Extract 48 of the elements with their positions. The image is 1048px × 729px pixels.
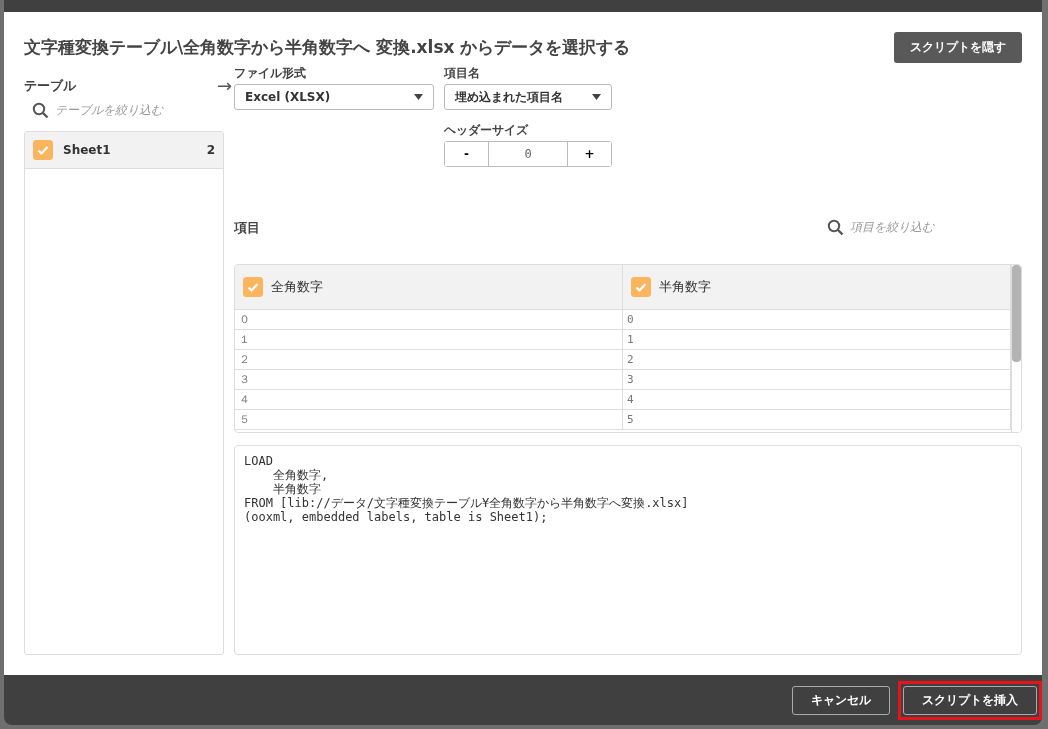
field-label: ヘッダーサイズ <box>444 122 530 139</box>
field-label: 項目名 <box>444 65 481 82</box>
field-count: 2 <box>206 143 215 157</box>
table-cell: ０ <box>235 310 623 330</box>
table-name: Sheet1 <box>63 143 112 157</box>
script-line: FROM [lib://データ/文字種変換テーブル¥全角数字から半角数字へ変換.xlsx] <box>244 496 690 510</box>
checkmark-icon <box>634 280 648 294</box>
column-name: 全角数字 <box>271 278 323 296</box>
table-cell: 2 <box>623 350 1011 370</box>
script-editor[interactable]: LOAD 全角数字, 半角数字 FROM [lib://データ/文字種変換テーブル¥全角数字から半角数字へ変換.xlsx] (ooxml, embedded labels, table is Sheet1); <box>234 445 1022 655</box>
table-cell: 1 <box>623 330 1011 350</box>
hide-script-button[interactable]: スクリプトを隠す <box>894 32 1022 63</box>
table-cell: ２ <box>235 350 623 370</box>
table-cell: 0 <box>623 310 1011 330</box>
table-cell: ４ <box>235 390 623 410</box>
field-names-dropdown[interactable]: 埋め込まれた項目名 <box>444 84 612 110</box>
table-item[interactable]: Sheet1 2 <box>25 132 223 169</box>
table-cell: 3 <box>623 370 1011 390</box>
search-icon <box>827 219 844 236</box>
column-header[interactable]: 半角数字 <box>623 265 1011 310</box>
fields-heading: 項目 <box>234 218 260 237</box>
table-cell: 5 <box>623 410 1011 430</box>
table-cell: １ <box>235 330 623 350</box>
checkmark-icon <box>246 280 260 294</box>
caret-icon <box>592 94 601 100</box>
field-label: ファイル形式 <box>234 65 307 82</box>
script-line: (ooxml, embedded labels, table is Sheet1); <box>244 510 549 524</box>
script-line: 半角数字 <box>271 482 322 496</box>
tables-heading: テーブル <box>24 76 76 95</box>
file-format-dropdown[interactable]: Excel (XLSX) <box>234 84 434 110</box>
footer-button[interactable]: キャンセル <box>792 685 890 715</box>
checkmark-icon <box>36 143 50 157</box>
table-cell: 4 <box>623 390 1011 410</box>
checkbox[interactable] <box>243 277 263 297</box>
table-cell: ５ <box>235 410 623 430</box>
footer-button[interactable]: スクリプトを挿入 <box>903 685 1037 715</box>
column-name: 半角数字 <box>659 278 711 296</box>
arrow-icon[interactable]: → <box>216 75 232 96</box>
table-cell: ３ <box>235 370 623 390</box>
caret-icon <box>414 94 423 100</box>
checkbox[interactable] <box>33 140 53 160</box>
checkbox[interactable] <box>631 277 651 297</box>
column-header[interactable]: 全角数字 <box>235 265 623 310</box>
script-line: 全角数字, <box>271 468 330 482</box>
search-icon <box>32 102 49 119</box>
script-line: LOAD <box>244 454 273 468</box>
scrollbar-thumb[interactable] <box>1012 265 1021 362</box>
dialog-title: 文字種変換テーブル\全角数字から半角数字へ 変換.xlsx からデータを選択する <box>24 36 631 59</box>
